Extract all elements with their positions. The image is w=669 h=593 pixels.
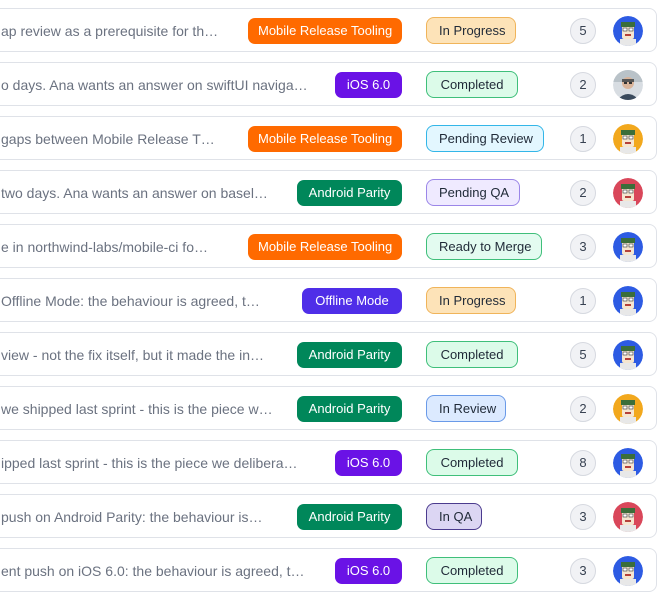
list-item[interactable]: Offline Mode: the behaviour is agreed, t… — [0, 278, 657, 322]
project-tag[interactable]: Android Parity — [297, 396, 402, 422]
project-tag[interactable]: Offline Mode — [302, 288, 402, 314]
avatar[interactable] — [613, 286, 643, 316]
project-tag[interactable]: iOS 6.0 — [335, 558, 402, 584]
status-badge[interactable]: In QA — [426, 503, 482, 530]
status-badge[interactable]: In Progress — [426, 287, 516, 314]
list-item[interactable]: e in northwind-labs/mobile-ci fo… Mobile … — [0, 224, 657, 268]
project-tag[interactable]: Android Parity — [297, 180, 402, 206]
status-badge[interactable]: Pending Review — [426, 125, 544, 152]
avatar[interactable] — [613, 448, 643, 478]
list-item[interactable]: ipped last sprint - this is the piece we… — [0, 440, 657, 484]
avatar[interactable] — [613, 178, 643, 208]
status-badge[interactable]: Ready to Merge — [426, 233, 542, 260]
list-item[interactable]: view - not the fix itself, but it made t… — [0, 332, 657, 376]
issue-title[interactable]: Offline Mode: the behaviour is agreed, t… — [1, 279, 288, 323]
list-item[interactable]: ent push on iOS 6.0: the behaviour is ag… — [0, 548, 657, 592]
avatar[interactable] — [613, 70, 643, 100]
list-item[interactable]: push on Android Parity: the behaviour is… — [0, 494, 657, 538]
avatar[interactable] — [613, 340, 643, 370]
comment-count: 3 — [570, 558, 596, 584]
avatar[interactable] — [613, 232, 643, 262]
issue-title[interactable]: view - not the fix itself, but it made t… — [1, 333, 283, 377]
comment-count: 5 — [570, 342, 596, 368]
issue-title[interactable]: gaps between Mobile Release T… — [1, 117, 234, 161]
project-tag[interactable]: Android Parity — [297, 504, 402, 530]
issue-title[interactable]: ipped last sprint - this is the piece we… — [1, 441, 321, 485]
status-badge[interactable]: Completed — [426, 557, 518, 584]
avatar[interactable] — [613, 394, 643, 424]
comment-count: 2 — [570, 180, 596, 206]
status-badge[interactable]: In Progress — [426, 17, 516, 44]
issue-title[interactable]: ent push on iOS 6.0: the behaviour is ag… — [1, 549, 321, 593]
issue-title[interactable]: two days. Ana wants an answer on basel… — [1, 171, 283, 215]
status-badge[interactable]: Completed — [426, 341, 518, 368]
status-badge[interactable]: In Review — [426, 395, 506, 422]
comment-count: 5 — [570, 18, 596, 44]
issue-title[interactable]: ap review as a prerequisite for th… — [1, 9, 234, 53]
project-tag[interactable]: Mobile Release Tooling — [248, 234, 402, 260]
avatar[interactable] — [613, 124, 643, 154]
list-item[interactable]: o days. Ana wants an answer on swiftUI n… — [0, 62, 657, 106]
list-item[interactable]: two days. Ana wants an answer on basel… A… — [0, 170, 657, 214]
issue-title[interactable]: we shipped last sprint - this is the pie… — [1, 387, 283, 431]
comment-count: 2 — [570, 72, 596, 98]
comment-count: 2 — [570, 396, 596, 422]
comment-count: 1 — [570, 288, 596, 314]
comment-count: 1 — [570, 126, 596, 152]
comment-count: 3 — [570, 504, 596, 530]
issue-title[interactable]: e in northwind-labs/mobile-ci fo… — [1, 225, 234, 269]
avatar[interactable] — [613, 556, 643, 586]
project-tag[interactable]: iOS 6.0 — [335, 72, 402, 98]
issue-title[interactable]: o days. Ana wants an answer on swiftUI n… — [1, 63, 321, 107]
project-tag[interactable]: iOS 6.0 — [335, 450, 402, 476]
status-badge[interactable]: Pending QA — [426, 179, 520, 206]
list-item[interactable]: ap review as a prerequisite for th… Mobil… — [0, 8, 657, 52]
project-tag[interactable]: Mobile Release Tooling — [248, 18, 402, 44]
comment-count: 3 — [570, 234, 596, 260]
list-item[interactable]: we shipped last sprint - this is the pie… — [0, 386, 657, 430]
avatar[interactable] — [613, 502, 643, 532]
project-tag[interactable]: Android Parity — [297, 342, 402, 368]
list-item[interactable]: gaps between Mobile Release T… Mobile Rel… — [0, 116, 657, 160]
issue-list: ap review as a prerequisite for th… Mobil… — [0, 0, 669, 592]
avatar[interactable] — [613, 16, 643, 46]
status-badge[interactable]: Completed — [426, 71, 518, 98]
status-badge[interactable]: Completed — [426, 449, 518, 476]
comment-count: 8 — [570, 450, 596, 476]
project-tag[interactable]: Mobile Release Tooling — [248, 126, 402, 152]
issue-title[interactable]: push on Android Parity: the behaviour is… — [1, 495, 283, 539]
